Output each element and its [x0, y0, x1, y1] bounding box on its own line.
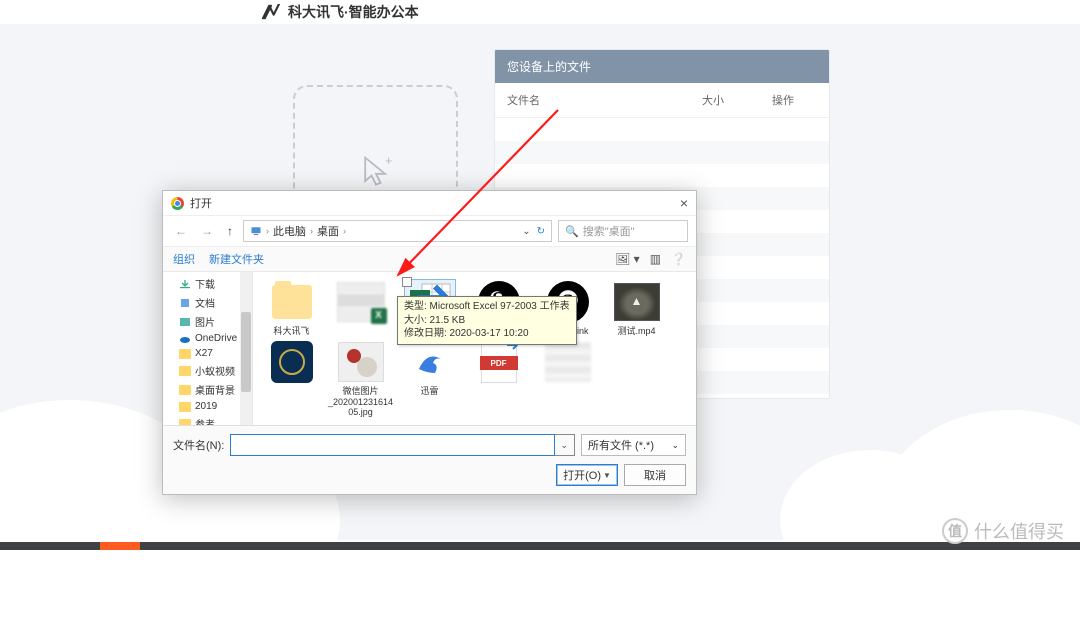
- folder-tree[interactable]: 下载 文档 图片 OneDrive X27 小蚁视频 桌面背景 2019 参考 …: [163, 272, 253, 425]
- breadcrumb[interactable]: › 此电脑 › 桌面 › ⌄↻: [243, 220, 552, 242]
- file-folder[interactable]: 科大讯飞: [259, 280, 324, 336]
- refresh-icon[interactable]: ↻: [537, 226, 545, 237]
- nav-up-icon[interactable]: ↑: [223, 224, 237, 238]
- watermark-badge-icon: 值: [942, 518, 968, 544]
- checkbox-icon[interactable]: [402, 277, 412, 287]
- filename-label: 文件名(N):: [173, 437, 224, 453]
- bottom-bar: [0, 542, 1080, 550]
- filetype-select[interactable]: 所有文件 (*.*)⌄: [581, 434, 686, 456]
- pc-icon: [250, 225, 262, 237]
- search-placeholder: 搜索"桌面": [583, 223, 635, 239]
- col-filename: 文件名: [507, 92, 702, 108]
- dialog-footer: 文件名(N): ⌄ 所有文件 (*.*)⌄ 打开(O)▼ 取消: [163, 425, 696, 494]
- dialog-title: 打开: [190, 195, 212, 211]
- panel-title: 您设备上的文件: [495, 50, 829, 83]
- file-pdf[interactable]: PDF: [466, 340, 531, 417]
- file-item[interactable]: [259, 340, 324, 417]
- nav-forward-icon[interactable]: →: [197, 224, 217, 238]
- file-item[interactable]: [328, 280, 393, 336]
- svg-text:+: +: [385, 154, 392, 168]
- tree-scrollbar[interactable]: [240, 272, 252, 425]
- filename-input[interactable]: [231, 435, 554, 455]
- chevron-down-icon[interactable]: ⌄: [554, 440, 574, 451]
- close-icon[interactable]: ×: [680, 195, 688, 211]
- cursor-upload-icon: +: [358, 154, 394, 190]
- newfolder-button[interactable]: 新建文件夹: [209, 251, 264, 267]
- dialog-nav: ← → ↑ › 此电脑 › 桌面 › ⌄↻ 🔍 搜索"桌面": [163, 216, 696, 247]
- open-button[interactable]: 打开(O)▼: [556, 464, 618, 486]
- view-list-icon[interactable]: ▥: [650, 252, 661, 266]
- file-video[interactable]: ▲测试.mp4: [604, 280, 669, 336]
- organize-menu[interactable]: 组织: [173, 251, 195, 267]
- nav-back-icon[interactable]: ←: [171, 224, 191, 238]
- view-icons-icon[interactable]: 🖼 ▾: [615, 252, 640, 266]
- chevron-down-icon[interactable]: ⌄: [522, 226, 530, 237]
- file-tooltip: 类型: Microsoft Excel 97-2003 工作表 大小: 21.5…: [397, 296, 577, 345]
- col-actions: 操作: [772, 92, 817, 108]
- col-size: 大小: [702, 92, 772, 108]
- brand-title: 科大讯飞·智能办公本: [288, 2, 419, 22]
- brand-logo-icon: [260, 4, 282, 20]
- crumb-desktop[interactable]: 桌面: [317, 223, 339, 239]
- cancel-button[interactable]: 取消: [624, 464, 686, 486]
- help-icon[interactable]: ❔: [671, 252, 686, 266]
- panel-column-headers: 文件名 大小 操作: [495, 83, 829, 118]
- search-icon: 🔍: [565, 225, 579, 238]
- watermark: 值 什么值得买: [942, 518, 1064, 544]
- file-item[interactable]: [535, 340, 600, 417]
- dialog-toolbar: 组织 新建文件夹 🖼 ▾ ▥ ❔: [163, 247, 696, 272]
- watermark-text: 什么值得买: [974, 518, 1064, 544]
- crumb-pc[interactable]: 此电脑: [273, 223, 306, 239]
- file-image[interactable]: 微信图片_202001231614 05.jpg: [328, 340, 393, 417]
- chrome-icon: [171, 197, 184, 210]
- page-header: 科大讯飞·智能办公本: [0, 0, 1080, 24]
- file-grid[interactable]: 科大讯飞 X20 SerXPro 5.4 SSuuntolink ▲测试.mp4…: [253, 272, 696, 425]
- search-input[interactable]: 🔍 搜索"桌面": [558, 220, 688, 242]
- file-item[interactable]: 迅雷: [397, 340, 462, 417]
- dialog-titlebar[interactable]: 打开 ×: [163, 191, 696, 216]
